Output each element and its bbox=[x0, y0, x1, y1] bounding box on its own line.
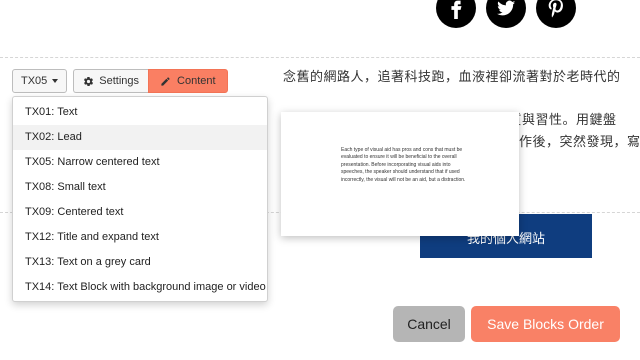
template-select-value: TX05 bbox=[21, 75, 48, 87]
preview-text: Each type of visual aid has pros and con… bbox=[341, 147, 466, 183]
dropdown-item[interactable]: TX13: Text on a grey card bbox=[13, 250, 267, 275]
dropdown-item[interactable]: TX01: Text bbox=[13, 100, 267, 125]
dropdown-item[interactable]: TX14: Text Block with background image o… bbox=[13, 275, 267, 300]
content-button[interactable]: Content bbox=[148, 69, 228, 93]
pinterest-icon[interactable] bbox=[536, 0, 576, 28]
template-dropdown-menu: TX01: Text TX02: Lead TX05: Narrow cente… bbox=[12, 96, 268, 302]
template-preview-card: Each type of visual aid has pros and con… bbox=[281, 112, 519, 236]
block-toolbar: TX05 Settings Content bbox=[12, 69, 228, 93]
gear-icon bbox=[84, 76, 94, 86]
settings-label: Settings bbox=[99, 75, 140, 87]
facebook-icon[interactable] bbox=[436, 0, 476, 28]
save-blocks-order-button[interactable]: Save Blocks Order bbox=[471, 306, 620, 342]
dropdown-item[interactable]: TX09: Centered text bbox=[13, 200, 267, 225]
cancel-button[interactable]: Cancel bbox=[393, 306, 465, 342]
content-label: Content bbox=[177, 75, 216, 87]
content-text-line: 作後，突然發現，寫 bbox=[519, 135, 640, 150]
content-text-line: 念舊的網路人，追著科技跑，血液裡卻流著對於老時代的 bbox=[283, 70, 621, 85]
caret-down-icon bbox=[52, 79, 59, 83]
dropdown-item[interactable]: TX02: Lead bbox=[13, 125, 267, 150]
twitter-icon[interactable] bbox=[486, 0, 526, 28]
settings-button[interactable]: Settings bbox=[73, 69, 149, 93]
dropdown-item[interactable]: TX08: Small text bbox=[13, 175, 267, 200]
section-divider bbox=[0, 57, 640, 58]
pencil-icon bbox=[161, 76, 170, 86]
dropdown-item[interactable]: TX05: Narrow centered text bbox=[13, 150, 267, 175]
template-select[interactable]: TX05 bbox=[12, 69, 68, 93]
social-links bbox=[436, 0, 576, 28]
dropdown-item[interactable]: TX12: Title and expand text bbox=[13, 225, 267, 250]
